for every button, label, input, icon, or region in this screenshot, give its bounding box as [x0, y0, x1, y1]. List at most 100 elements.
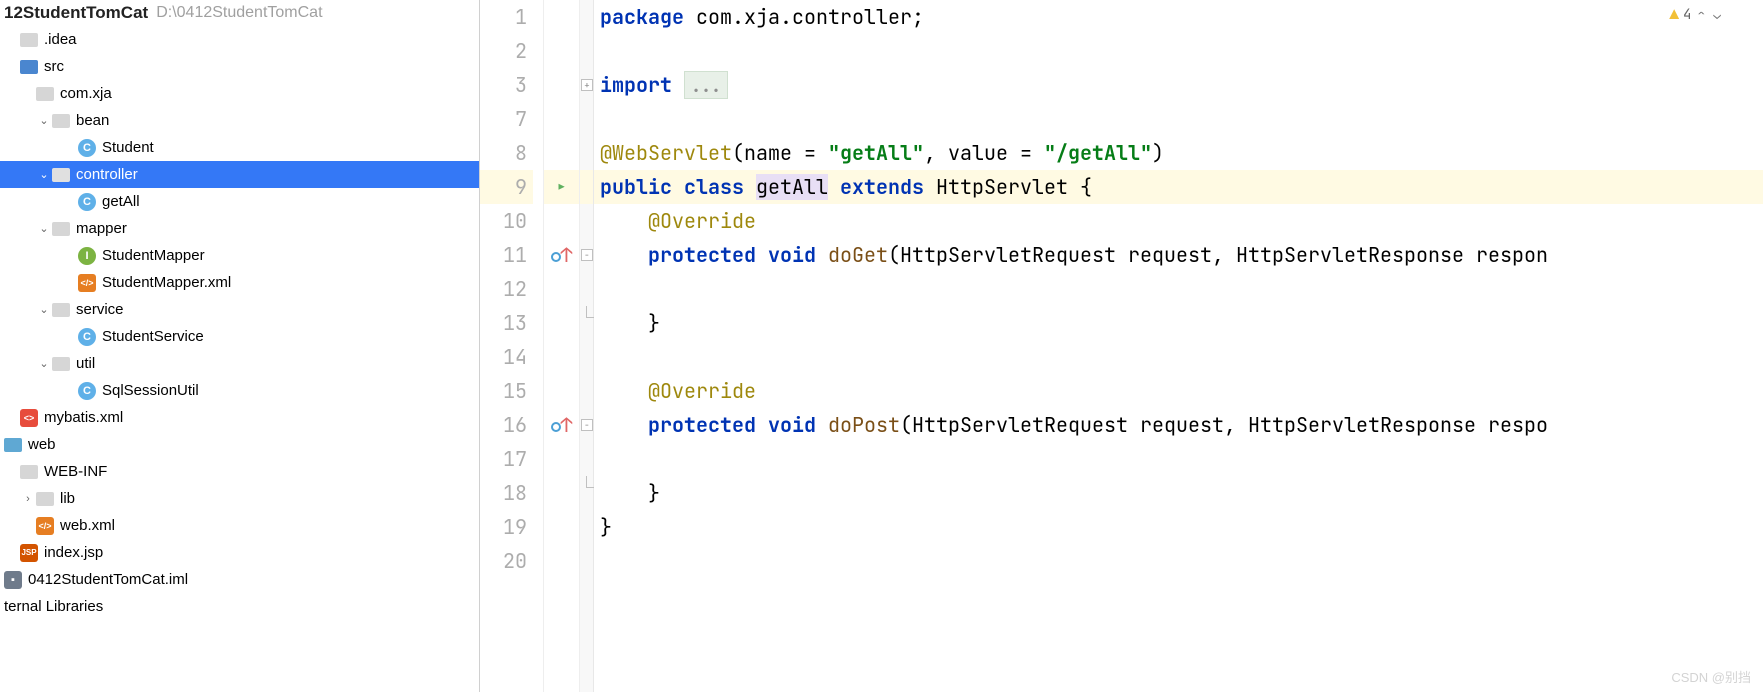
tree-label: StudentService	[102, 328, 204, 345]
code-line[interactable]	[594, 102, 1763, 136]
tree-node-bean[interactable]: ⌄ bean	[0, 107, 479, 134]
project-path: D:\0412StudentTomCat	[156, 4, 322, 22]
line-gutter[interactable]: 1 2 3 7 8 9 10 11 12 13 14 15 16 17 18 1…	[480, 0, 544, 692]
line-number[interactable]: 8	[480, 136, 533, 170]
line-number[interactable]: 10	[480, 204, 533, 238]
tree-label: mapper	[76, 220, 127, 237]
project-tree[interactable]: 12StudentTomCat D:\0412StudentTomCat .id…	[0, 0, 480, 692]
up-arrow-icon: ↑	[561, 412, 573, 438]
override-icon[interactable]	[551, 422, 561, 432]
xml-icon: </>	[36, 517, 54, 535]
line-number[interactable]: 7	[480, 102, 533, 136]
code-line[interactable]	[594, 272, 1763, 306]
code-line[interactable]: package com.xja.controller;	[594, 0, 1763, 34]
inspection-status[interactable]: ▲ 4 ⌃ ⌄	[1669, 4, 1723, 25]
run-icon[interactable]: ▸	[556, 174, 568, 200]
xml-icon: <>	[20, 409, 38, 427]
watermark: CSDN @别挡	[1671, 667, 1751, 686]
code-line[interactable]	[594, 34, 1763, 68]
code-line[interactable]: protected void doPost(HttpServletRequest…	[594, 408, 1763, 442]
project-name: 12StudentTomCat	[4, 3, 148, 23]
tree-node-student[interactable]: C Student	[0, 134, 479, 161]
up-arrow-icon: ↑	[561, 242, 573, 268]
chevron-right-icon[interactable]: ›	[20, 491, 36, 507]
code-line[interactable]: }	[594, 306, 1763, 340]
override-icon[interactable]	[551, 252, 561, 262]
tree-node-lib[interactable]: › lib	[0, 485, 479, 512]
code-line[interactable]	[594, 544, 1763, 578]
tree-node-webinf[interactable]: WEB-INF	[0, 458, 479, 485]
tree-node-webxml[interactable]: </> web.xml	[0, 512, 479, 539]
class-icon: C	[78, 382, 96, 400]
fold-collapse-icon[interactable]: −	[581, 249, 593, 261]
tree-label: controller	[76, 166, 138, 183]
code-line[interactable]: @WebServlet(name = "getAll", value = "/g…	[594, 136, 1763, 170]
chevron-down-icon[interactable]: ⌄	[36, 356, 52, 372]
code-line[interactable]: @Override	[594, 204, 1763, 238]
line-number[interactable]: 3	[480, 68, 533, 102]
marks-gutter[interactable]: ▸ ↑ ↑	[544, 0, 580, 692]
line-number[interactable]: 12	[480, 272, 533, 306]
tree-node-comxja[interactable]: com.xja	[0, 80, 479, 107]
line-number[interactable]: 18	[480, 476, 533, 510]
tree-node-indexjsp[interactable]: JSP index.jsp	[0, 539, 479, 566]
code-line[interactable]: }	[594, 476, 1763, 510]
line-number[interactable]: 20	[480, 544, 533, 578]
line-number[interactable]: 13	[480, 306, 533, 340]
fold-gutter[interactable]: + − −	[580, 0, 594, 692]
line-number[interactable]: 2	[480, 34, 533, 68]
fold-collapse-icon[interactable]: −	[581, 419, 593, 431]
line-number[interactable]: 16	[480, 408, 533, 442]
fold-end-icon	[586, 306, 594, 318]
tree-node-external[interactable]: ternal Libraries	[0, 593, 479, 620]
tree-node-web[interactable]: web	[0, 431, 479, 458]
code-line[interactable]	[594, 442, 1763, 476]
tree-label: mybatis.xml	[44, 409, 123, 426]
tree-node-studentmapperxml[interactable]: </> StudentMapper.xml	[0, 269, 479, 296]
folder-icon	[20, 33, 38, 47]
code-line[interactable]: }	[594, 510, 1763, 544]
chevron-down-icon[interactable]: ⌄	[36, 302, 52, 318]
tree-node-idea[interactable]: .idea	[0, 26, 479, 53]
tree-node-mapper[interactable]: ⌄ mapper	[0, 215, 479, 242]
fold-expand-icon[interactable]: +	[581, 79, 593, 91]
code-editor[interactable]: 1 2 3 7 8 9 10 11 12 13 14 15 16 17 18 1…	[480, 0, 1763, 692]
tree-node-service[interactable]: ⌄ service	[0, 296, 479, 323]
line-number[interactable]: 1	[480, 0, 533, 34]
folder-icon	[52, 222, 70, 236]
tree-node-util[interactable]: ⌄ util	[0, 350, 479, 377]
tree-label: web	[28, 436, 56, 453]
tree-node-src[interactable]: src	[0, 53, 479, 80]
chevron-down-icon[interactable]: ⌄	[1713, 6, 1721, 23]
folder-icon	[52, 357, 70, 371]
tree-label: util	[76, 355, 95, 372]
tree-node-mybatis[interactable]: <> mybatis.xml	[0, 404, 479, 431]
tree-label: WEB-INF	[44, 463, 107, 480]
chevron-down-icon[interactable]: ⌄	[36, 113, 52, 129]
project-root-row[interactable]: 12StudentTomCat D:\0412StudentTomCat	[0, 0, 479, 26]
code-line[interactable]	[594, 340, 1763, 374]
line-number[interactable]: 15	[480, 374, 533, 408]
tree-node-iml[interactable]: ▪ 0412StudentTomCat.iml	[0, 566, 479, 593]
chevron-down-icon[interactable]: ⌄	[36, 221, 52, 237]
chevron-up-icon[interactable]: ⌃	[1697, 6, 1705, 23]
code-line[interactable]: protected void doGet(HttpServletRequest …	[594, 238, 1763, 272]
line-number[interactable]: 17	[480, 442, 533, 476]
tree-node-studentservice[interactable]: C StudentService	[0, 323, 479, 350]
tree-node-sqlsessionutil[interactable]: C SqlSessionUtil	[0, 377, 479, 404]
chevron-down-icon[interactable]: ⌄	[36, 167, 52, 183]
line-number[interactable]: 11	[480, 238, 533, 272]
tree-node-studentmapper[interactable]: I StudentMapper	[0, 242, 479, 269]
line-number[interactable]: 14	[480, 340, 533, 374]
tree-node-controller[interactable]: ⌄ controller	[0, 161, 479, 188]
line-number[interactable]: 9	[480, 170, 533, 204]
code-line[interactable]: @Override	[594, 374, 1763, 408]
tree-node-getall[interactable]: C getAll	[0, 188, 479, 215]
tree-label: StudentMapper	[102, 247, 205, 264]
line-number[interactable]: 19	[480, 510, 533, 544]
code-area[interactable]: package com.xja.controller; import ... @…	[594, 0, 1763, 692]
warning-count: 4	[1683, 6, 1691, 24]
code-line[interactable]: import ...	[594, 68, 1763, 102]
code-line[interactable]: public class getAll extends HttpServlet …	[594, 170, 1763, 204]
folder-icon	[36, 492, 54, 506]
